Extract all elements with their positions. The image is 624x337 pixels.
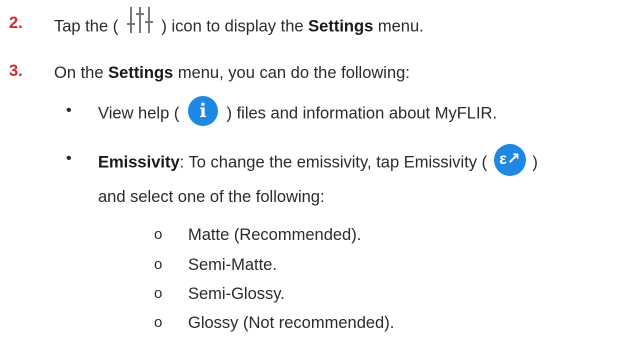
option-semi-matte: Semi-Matte. [188,256,277,274]
emissivity-label: Emissivity [98,153,180,172]
emissivity-line-2: and select one of the following: [98,188,325,206]
step-3-text-before: On the [54,64,104,82]
sub-bullet-symbol: o [154,226,163,243]
settings-label: Settings [108,64,174,82]
sliders-icon [126,6,153,40]
option-glossy: Glossy (Not recommended). [188,314,395,332]
emissivity-icon: ε↗ [493,144,526,176]
emissivity-text-after: ) [532,153,538,172]
info-icon: i [187,96,218,126]
step-number-3: 3. [9,62,23,80]
settings-label: Settings [308,17,374,36]
step-2-text-after: menu. [377,17,424,36]
emissivity-text-before: : To change the emissivity, tap Emissivi… [179,153,488,172]
help-bullet-text: View help ( i ) files and information ab… [98,96,498,126]
bullet-symbol: • [66,150,72,167]
option-matte: Matte (Recommended). [188,226,362,244]
sub-bullet-symbol: o [154,285,163,302]
step-2-text: Tap the ( ) icon to display the Settings… [54,7,424,40]
step-3-text-after: menu, you can do the following: [177,64,410,82]
option-semi-glossy: Semi-Glossy. [188,285,285,303]
bullet-symbol: • [66,102,72,119]
step-2-text-before: Tap the ( [54,17,119,36]
help-text-after: ) files and information about MyFLIR. [226,104,498,123]
sub-bullet-symbol: o [154,256,163,273]
help-text-before: View help ( [98,104,180,123]
emissivity-bullet-text: Emissivity: To change the emissivity, ta… [98,144,538,176]
step-number-2: 2. [9,14,23,32]
sub-bullet-symbol: o [154,314,163,331]
step-2-text-middle: ) icon to display the [161,17,304,36]
step-3-text: On the Settings menu, you can do the fol… [54,62,410,84]
